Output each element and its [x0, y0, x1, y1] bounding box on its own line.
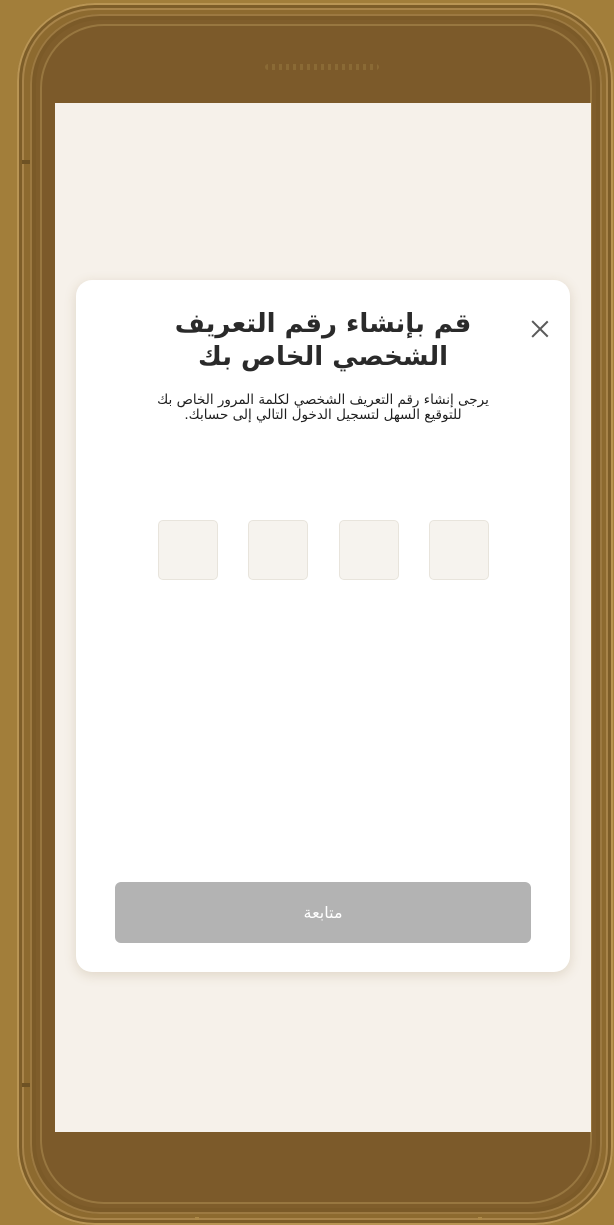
pin-digit-input[interactable]	[429, 520, 489, 580]
dialog-subtitle-line1: يرجى إنشاء رقم التعريف الشخصي لكلمة المر…	[157, 392, 489, 408]
phone-bottom-edge-left	[195, 1217, 199, 1220]
pin-digit-input[interactable]	[158, 520, 218, 580]
pin-digit-input[interactable]	[248, 520, 308, 580]
phone-side-button-upper	[22, 160, 30, 164]
phone-side-button-lower	[22, 1083, 30, 1087]
dialog-title-line1: قم بإنشاء رقم التعريف	[174, 309, 472, 339]
phone-bottom-edge-right	[478, 1217, 482, 1220]
close-icon[interactable]	[528, 317, 552, 341]
pin-digit-input[interactable]	[339, 520, 399, 580]
create-pin-dialog: قم بإنشاء رقم التعريف الشخصي الخاص بك ير…	[76, 280, 570, 972]
dialog-subtitle-line2: للتوقيع السهل لتسجيل الدخول التالي إلى ح…	[184, 407, 462, 423]
phone-speaker	[265, 64, 379, 70]
pin-input-row	[158, 520, 490, 582]
dialog-title-line2: الشخصي الخاص بك	[197, 342, 449, 372]
continue-button[interactable]: متابعة	[115, 882, 531, 943]
dialog-title: قم بإنشاء رقم التعريف الشخصي الخاص بك	[146, 308, 500, 374]
dialog-subtitle: يرجى إنشاء رقم التعريف الشخصي لكلمة المر…	[112, 393, 534, 423]
app-screen: قم بإنشاء رقم التعريف الشخصي الخاص بك ير…	[55, 103, 591, 1132]
